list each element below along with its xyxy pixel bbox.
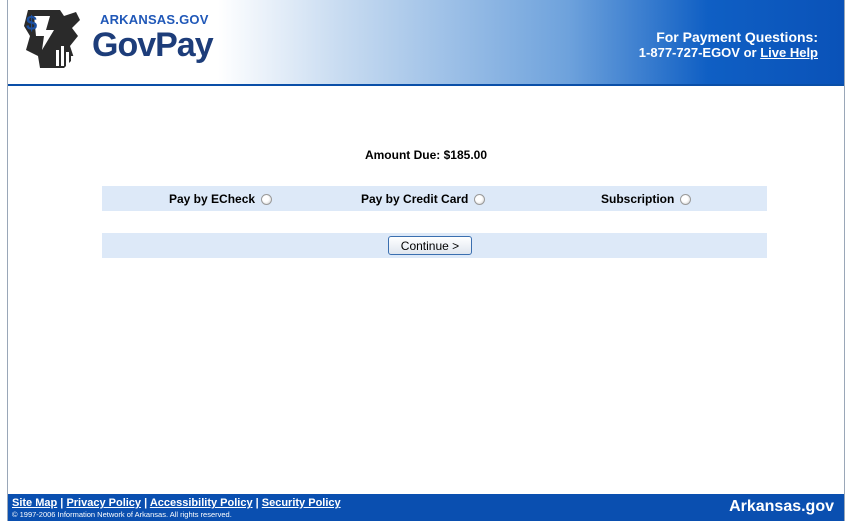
footer-separator: |: [144, 497, 148, 509]
footer-links: Site Map | Privacy Policy | Accessibilit…: [12, 497, 341, 509]
continue-band: Continue >: [102, 233, 767, 258]
help-title: For Payment Questions:: [656, 29, 818, 45]
footer: Site Map | Privacy Policy | Accessibilit…: [8, 494, 844, 521]
payment-help: For Payment Questions: 1-877-727-EGOV or…: [638, 29, 818, 61]
continue-button[interactable]: Continue >: [388, 236, 472, 255]
option-credit-card[interactable]: Pay by Credit Card: [361, 192, 486, 206]
header: $ ARKANSAS.GOV GovPay For Payment Questi…: [8, 0, 844, 86]
payment-options-band: Pay by ECheck Pay by Credit Card Subscri…: [102, 186, 767, 211]
privacy-policy-link[interactable]: Privacy Policy: [66, 497, 141, 509]
footer-brand[interactable]: Arkansas.gov: [729, 498, 834, 516]
govpay-logo[interactable]: $ ARKANSAS.GOV GovPay: [20, 6, 214, 76]
live-help-link[interactable]: Live Help: [760, 45, 818, 60]
accessibility-policy-link[interactable]: Accessibility Policy: [150, 497, 253, 509]
logo-subtitle: ARKANSAS.GOV: [100, 12, 209, 27]
subscription-radio[interactable]: [680, 193, 692, 205]
credit-card-radio[interactable]: [474, 193, 486, 205]
arkansas-state-icon: $: [24, 10, 80, 68]
footer-separator: |: [255, 497, 259, 509]
copyright: © 1997-2006 Information Network of Arkan…: [12, 510, 232, 519]
site-map-link[interactable]: Site Map: [12, 497, 57, 509]
security-policy-link[interactable]: Security Policy: [262, 497, 341, 509]
option-credit-card-label: Pay by Credit Card: [361, 192, 469, 206]
option-subscription-label: Subscription: [601, 192, 675, 206]
page-frame: $ ARKANSAS.GOV GovPay For Payment Questi…: [7, 0, 845, 521]
help-phone: 1-877-727-EGOV or: [638, 45, 757, 60]
option-echeck[interactable]: Pay by ECheck: [169, 192, 273, 206]
footer-separator: |: [60, 497, 64, 509]
svg-text:$: $: [26, 13, 37, 35]
echeck-radio[interactable]: [261, 193, 273, 205]
amount-due: Amount Due: $185.00: [364, 148, 488, 162]
logo-title: GovPay: [92, 26, 214, 64]
option-subscription[interactable]: Subscription: [601, 192, 692, 206]
option-echeck-label: Pay by ECheck: [169, 192, 256, 206]
